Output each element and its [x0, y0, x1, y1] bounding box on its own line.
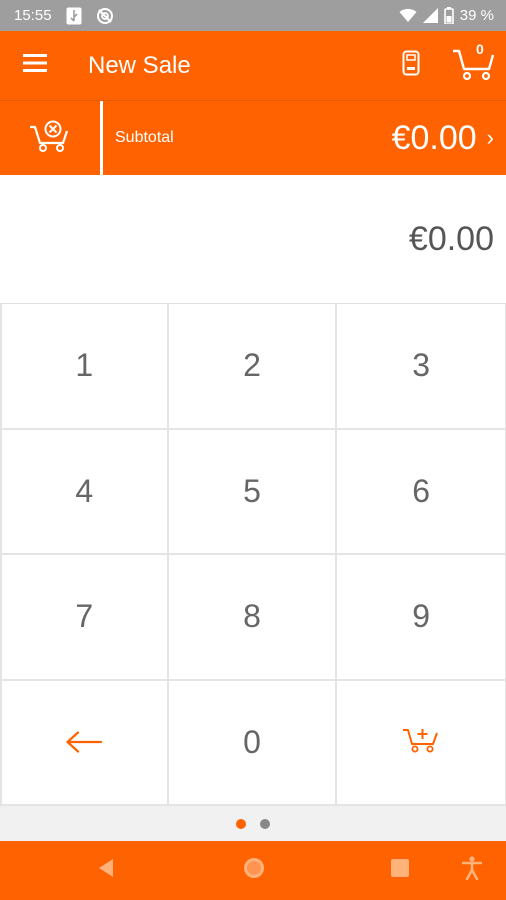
entered-amount: €0.00 [408, 219, 494, 258]
subtotal-button[interactable]: Subtotal €0.00 › [103, 101, 506, 175]
status-bar: 15:55 39 % [0, 0, 506, 31]
key-3[interactable]: 3 [337, 304, 506, 430]
usb-icon [66, 7, 82, 25]
status-time: 15:55 [14, 7, 52, 24]
page-dot-active[interactable] [236, 818, 246, 829]
add-to-cart-icon [402, 724, 440, 761]
accessibility-icon [461, 856, 483, 885]
key-9[interactable]: 9 [337, 555, 506, 681]
amount-display: €0.00 [0, 175, 506, 303]
backspace-button[interactable] [0, 680, 169, 806]
numeric-keypad: 1 2 3 4 5 6 7 8 9 0 [0, 303, 506, 806]
add-to-cart-button[interactable] [337, 680, 506, 806]
recents-button[interactable] [378, 841, 422, 900]
page-title: New Sale [88, 51, 191, 79]
key-5[interactable]: 5 [168, 429, 338, 555]
accessibility-button[interactable] [452, 841, 492, 900]
key-4[interactable]: 4 [0, 429, 169, 555]
key-7[interactable]: 7 [0, 555, 169, 681]
home-icon [242, 856, 266, 885]
subtotal-bar: Subtotal €0.00 › [0, 100, 506, 175]
cart-button[interactable]: 0 [440, 31, 506, 100]
page-dot[interactable] [260, 818, 270, 829]
key-6[interactable]: 6 [337, 429, 506, 555]
navigation-bar [0, 841, 506, 900]
cart-count-badge: 0 [476, 41, 484, 57]
signal-icon [422, 8, 438, 23]
back-button[interactable] [84, 841, 128, 900]
recents-icon [390, 858, 410, 883]
key-8[interactable]: 8 [168, 555, 338, 681]
clear-cart-button[interactable] [0, 101, 100, 175]
clear-cart-icon [28, 119, 72, 158]
chevron-right-icon: › [486, 125, 494, 150]
page-indicator [0, 806, 506, 841]
key-0[interactable]: 0 [168, 680, 338, 806]
app-bar: New Sale 0 [0, 31, 506, 100]
menu-icon [23, 54, 47, 77]
home-button[interactable] [232, 841, 276, 900]
card-terminal-icon [402, 50, 420, 81]
shopping-cart-icon [451, 45, 495, 86]
card-terminal-button[interactable] [382, 31, 440, 100]
sync-off-icon [96, 7, 114, 25]
battery-percent: 39 % [459, 7, 494, 24]
battery-icon [443, 7, 454, 24]
key-2[interactable]: 2 [168, 304, 338, 430]
menu-button[interactable] [0, 31, 70, 100]
subtotal-amount: €0.00 [391, 118, 477, 157]
key-1[interactable]: 1 [0, 304, 169, 430]
backspace-arrow-icon [65, 724, 103, 761]
subtotal-label: Subtotal [115, 129, 174, 146]
wifi-icon [399, 8, 417, 23]
back-icon [97, 858, 115, 883]
